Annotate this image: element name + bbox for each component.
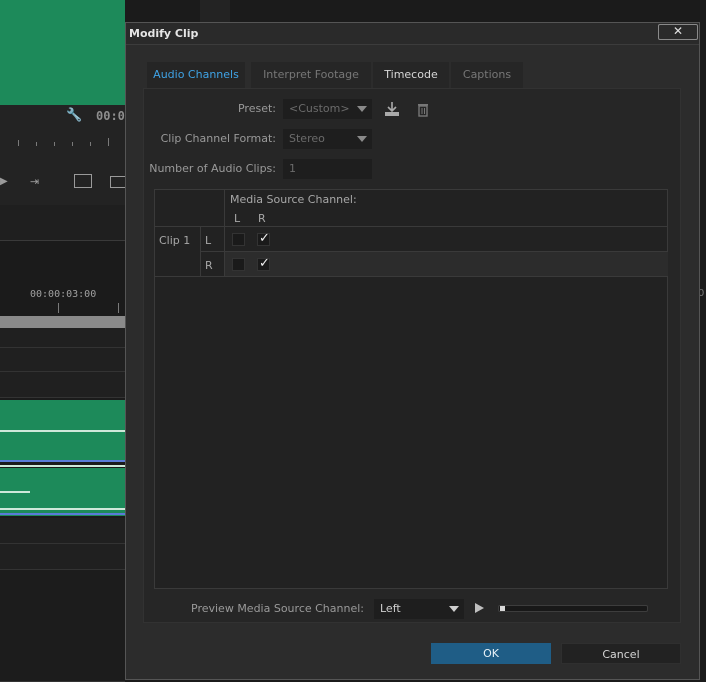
tab-timecode[interactable]: Timecode: [373, 62, 449, 88]
cancel-button[interactable]: Cancel: [561, 643, 681, 664]
preset-label: Preset:: [237, 102, 276, 115]
checkbox-r-r[interactable]: [257, 256, 270, 271]
panel-header: [0, 205, 125, 240]
preset-value: <Custom>: [289, 102, 350, 115]
trash-icon[interactable]: [414, 100, 432, 118]
channel-mapping-grid: Media Source Channel: L R Clip 1 L R: [154, 189, 668, 589]
preview-channel-select[interactable]: Left: [374, 599, 464, 619]
close-icon: ✕: [672, 24, 684, 38]
channel-format-label: Clip Channel Format:: [160, 132, 276, 145]
num-clips-value: 1: [289, 162, 296, 175]
tab-interpret-footage[interactable]: Interpret Footage: [251, 62, 371, 88]
chevron-down-icon: [357, 106, 367, 112]
dialog-title: Modify Clip: [129, 27, 199, 40]
timeline-ruler-time: 00:00:03:00: [30, 289, 97, 300]
source-monitor-preview: [0, 0, 125, 105]
ok-button[interactable]: OK: [431, 643, 551, 664]
checkbox-l-r[interactable]: [257, 231, 270, 246]
clip-label: Clip 1: [159, 234, 191, 247]
slider-handle[interactable]: [500, 606, 505, 611]
play-icon[interactable]: [475, 603, 484, 613]
close-button[interactable]: ✕: [658, 24, 698, 40]
table-row: [225, 252, 668, 276]
row-channel-r: R: [205, 259, 213, 272]
preview-progress-slider[interactable]: [498, 605, 648, 612]
num-clips-field[interactable]: 1: [283, 159, 372, 179]
preset-select[interactable]: <Custom>: [283, 99, 372, 119]
column-header-l: L: [234, 212, 241, 225]
play-icon[interactable]: ▶: [0, 176, 10, 188]
dialog-titlebar[interactable]: Modify Clip ✕: [126, 23, 699, 45]
wrench-icon[interactable]: 🔧: [66, 108, 82, 124]
panel-gap: [200, 0, 230, 22]
preview-channel-value: Left: [380, 602, 401, 615]
num-clips-label: Number of Audio Clips:: [149, 162, 276, 175]
insert-icon[interactable]: [74, 174, 92, 188]
media-source-channel-header: Media Source Channel:: [230, 193, 357, 206]
channel-format-select[interactable]: Stereo: [283, 129, 372, 149]
chevron-down-icon: [357, 136, 367, 142]
modify-clip-dialog: Modify Clip ✕ Audio Channels Interpret F…: [125, 22, 700, 680]
tab-audio-channels[interactable]: Audio Channels: [147, 62, 245, 88]
audio-channels-panel: Preset: <Custom> Clip Channel Format: St…: [143, 88, 681, 623]
save-preset-icon[interactable]: [383, 100, 401, 118]
column-header-r: R: [258, 212, 266, 225]
overwrite-icon[interactable]: [110, 176, 125, 188]
checkbox-r-l[interactable]: [232, 258, 245, 271]
row-channel-l: L: [205, 234, 212, 247]
preview-channel-label: Preview Media Source Channel:: [191, 602, 364, 615]
tab-captions[interactable]: Captions: [451, 62, 523, 88]
step-forward-icon[interactable]: ⇥: [30, 175, 39, 188]
timecode-display: 00:0: [96, 109, 125, 123]
checkbox-l-l[interactable]: [232, 233, 245, 246]
chevron-down-icon: [449, 606, 459, 612]
work-area-bar[interactable]: [0, 316, 125, 328]
channel-format-value: Stereo: [289, 132, 325, 145]
